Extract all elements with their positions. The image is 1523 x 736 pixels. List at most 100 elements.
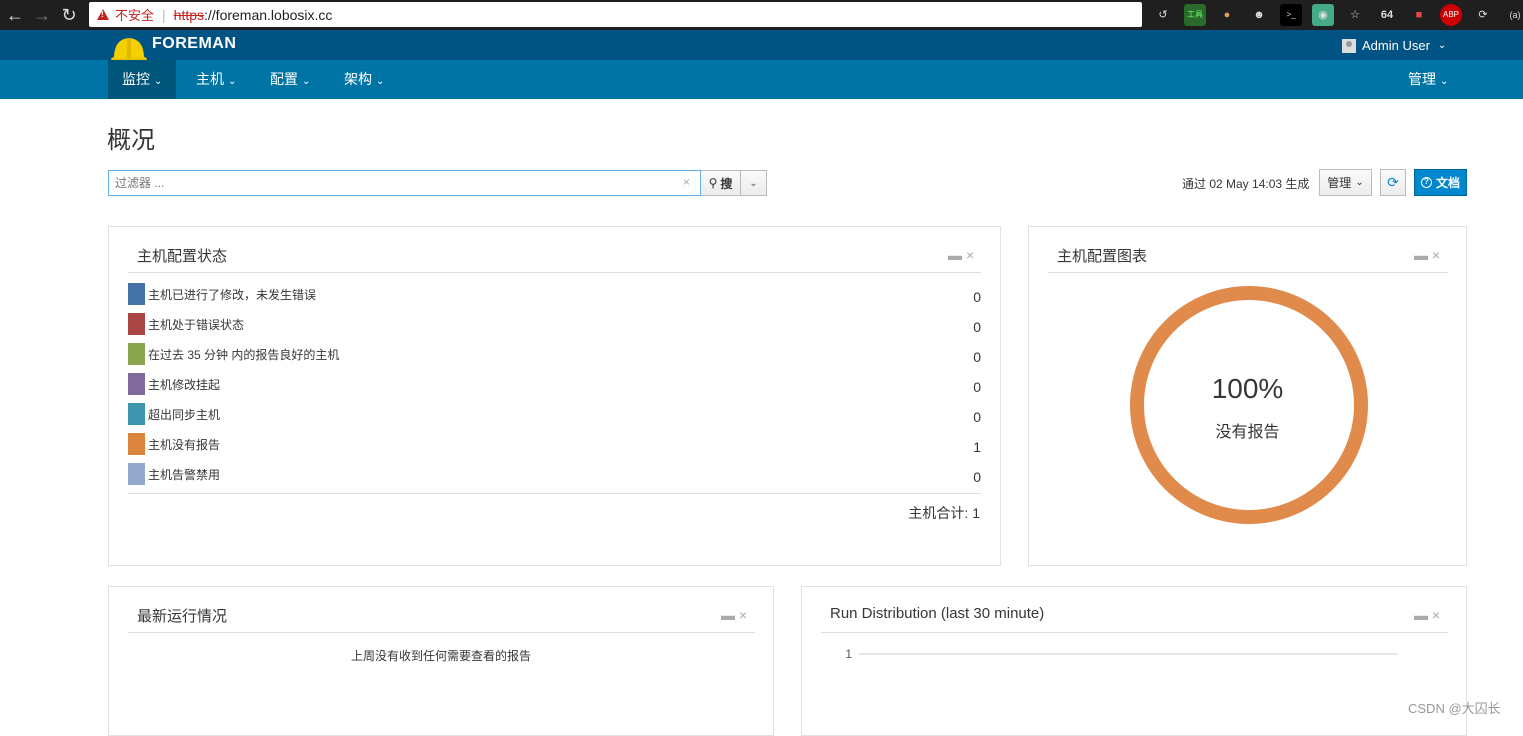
widget-title: 主机配置图表: [1057, 248, 1148, 265]
app-header: FOREMAN Admin User ⌄: [0, 30, 1523, 63]
history-icon[interactable]: ↺: [1152, 4, 1174, 26]
search-button-label: 搜: [720, 176, 733, 191]
close-icon[interactable]: ×: [1432, 607, 1440, 623]
close-icon[interactable]: ×: [739, 607, 747, 623]
divider: [1048, 272, 1448, 273]
status-swatch: [128, 343, 145, 365]
nav-label: 架构: [344, 71, 372, 87]
manage-button[interactable]: 管理 ⌄: [1319, 169, 1372, 196]
user-name: Admin User: [1362, 38, 1430, 53]
close-icon[interactable]: ×: [1432, 247, 1440, 263]
avatar: [1342, 38, 1356, 53]
brand-name[interactable]: FOREMAN: [152, 35, 236, 53]
status-label[interactable]: 主机告警禁用: [148, 466, 220, 483]
watermark: CSDN @大囚长: [1408, 701, 1501, 716]
status-row[interactable]: 主机处于错误状态 0: [128, 313, 981, 335]
tools-icon[interactable]: 工具: [1184, 4, 1206, 26]
cookie-icon[interactable]: ●: [1216, 4, 1238, 26]
status-row[interactable]: 主机没有报告 1: [128, 433, 981, 455]
chevron-down-icon: ⌄: [1440, 76, 1449, 87]
nav-hosts[interactable]: 主机 ⌄: [182, 60, 250, 99]
status-count: 0: [973, 319, 981, 335]
mask-icon[interactable]: ☻: [1248, 4, 1270, 26]
host-total: 主机合计: 1: [908, 505, 980, 521]
search-dropdown-button[interactable]: ⌄: [741, 170, 767, 196]
empty-message: 上周没有收到任何需要查看的报告: [350, 649, 531, 663]
status-label[interactable]: 主机已进行了修改，未发生错误: [148, 286, 316, 303]
reload-icon[interactable]: ↻: [57, 3, 81, 27]
donut-percent: 100%: [1211, 373, 1284, 404]
manage-label: 管理: [1327, 176, 1352, 190]
user-menu[interactable]: Admin User ⌄: [1342, 38, 1446, 53]
search-button[interactable]: ⚲ 搜: [701, 170, 741, 196]
search-input[interactable]: [108, 170, 701, 196]
status-label[interactable]: 超出同步主机: [148, 406, 220, 423]
url-host: ://foreman.lobosix.cc: [204, 6, 333, 23]
nav-monitor[interactable]: 监控 ⌄: [108, 60, 177, 99]
status-swatch: [128, 313, 145, 335]
status-swatch: [128, 463, 145, 485]
nav-label: 监控: [122, 71, 150, 87]
question-icon: ?: [1420, 177, 1432, 188]
refresh-ext-icon[interactable]: ⟳: [1472, 4, 1494, 26]
page-title: 概况: [107, 127, 155, 154]
donut-ring[interactable]: [1130, 286, 1368, 524]
warning-icon: [97, 9, 109, 20]
donut-subtitle: 没有报告: [1215, 424, 1280, 441]
status-row[interactable]: 主机修改挂起 0: [128, 373, 981, 395]
close-icon[interactable]: ×: [966, 247, 974, 263]
run-distribution-widget: Run Distribution (last 30 minute) ▬ × 1: [801, 586, 1467, 736]
back-arrow-icon[interactable]: ←: [3, 3, 27, 27]
status-row[interactable]: 主机告警禁用 0: [128, 463, 981, 485]
chevron-down-icon: ⌄: [228, 76, 237, 87]
status-row[interactable]: 在过去 35 分钟 内的报告良好的主机 0: [128, 343, 981, 365]
main-nav: 监控 ⌄ 主机 ⌄ 配置 ⌄ 架构 ⌄ 管理 ⌄: [0, 60, 1523, 99]
status-row[interactable]: 超出同步主机 0: [128, 403, 981, 425]
status-label[interactable]: 主机处于错误状态: [148, 316, 244, 333]
settings-icon[interactable]: (a): [1504, 4, 1523, 26]
chevron-down-icon: ⌄: [302, 76, 311, 87]
widget-title: Run Distribution (last 30 minute): [830, 605, 1045, 622]
extension-icons: ↺ 工具 ● ☻ >_ ◉ ☆ 64 ■ ABP ⟳ (a): [1152, 4, 1523, 26]
minimize-icon[interactable]: ▬: [721, 607, 735, 623]
status-count: 0: [973, 289, 981, 305]
minimize-icon[interactable]: ▬: [1414, 247, 1428, 263]
donut-chart[interactable]: [1129, 285, 1369, 525]
nav-configure[interactable]: 配置 ⌄: [256, 60, 324, 99]
nav-admin[interactable]: 管理 ⌄: [1394, 60, 1462, 99]
url-separator: |: [162, 6, 166, 23]
status-label[interactable]: 主机没有报告: [148, 436, 220, 453]
address-bar[interactable]: 不安全 | https://foreman.lobosix.cc: [89, 2, 1142, 27]
refresh-button[interactable]: ⟳: [1380, 169, 1406, 196]
status-label[interactable]: 在过去 35 分钟 内的报告良好的主机: [148, 346, 339, 363]
forward-arrow-icon[interactable]: →: [30, 3, 54, 27]
terminal-icon[interactable]: >_: [1280, 4, 1302, 26]
divider: [128, 272, 981, 273]
status-swatch: [128, 403, 145, 425]
status-swatch: [128, 283, 145, 305]
status-label[interactable]: 主机修改挂起: [148, 376, 220, 393]
chrome-icon[interactable]: ◉: [1312, 4, 1334, 26]
generated-time: 通过 02 May 14:03 生成: [1182, 177, 1310, 191]
search-bar: × ⚲搜 ⌄: [108, 170, 767, 196]
flag-icon[interactable]: ■: [1408, 4, 1430, 26]
star-icon[interactable]: ☆: [1344, 4, 1366, 26]
host-chart-widget: 主机配置图表 ▬ × 100% 没有报告: [1028, 226, 1467, 566]
64-icon[interactable]: 64: [1376, 4, 1398, 26]
docs-button[interactable]: ? 文档: [1414, 169, 1467, 196]
search-icon: ⚲: [708, 176, 718, 190]
status-count: 0: [973, 409, 981, 425]
y-tick-label: 1: [845, 647, 852, 661]
abp-icon[interactable]: ABP: [1440, 4, 1462, 26]
status-row[interactable]: 主机已进行了修改，未发生错误 0: [128, 283, 981, 305]
nav-infrastructure[interactable]: 架构 ⌄: [330, 60, 398, 99]
minimize-icon[interactable]: ▬: [948, 247, 962, 263]
chevron-down-icon: ⌄: [376, 76, 385, 87]
clear-icon[interactable]: ×: [683, 175, 690, 189]
docs-label: 文档: [1435, 176, 1460, 190]
widget-title: 主机配置状态: [137, 248, 228, 265]
minimize-icon[interactable]: ▬: [1414, 607, 1428, 623]
status-swatch: [128, 373, 145, 395]
status-swatch: [128, 433, 145, 455]
widget-title: 最新运行情况: [137, 608, 228, 625]
